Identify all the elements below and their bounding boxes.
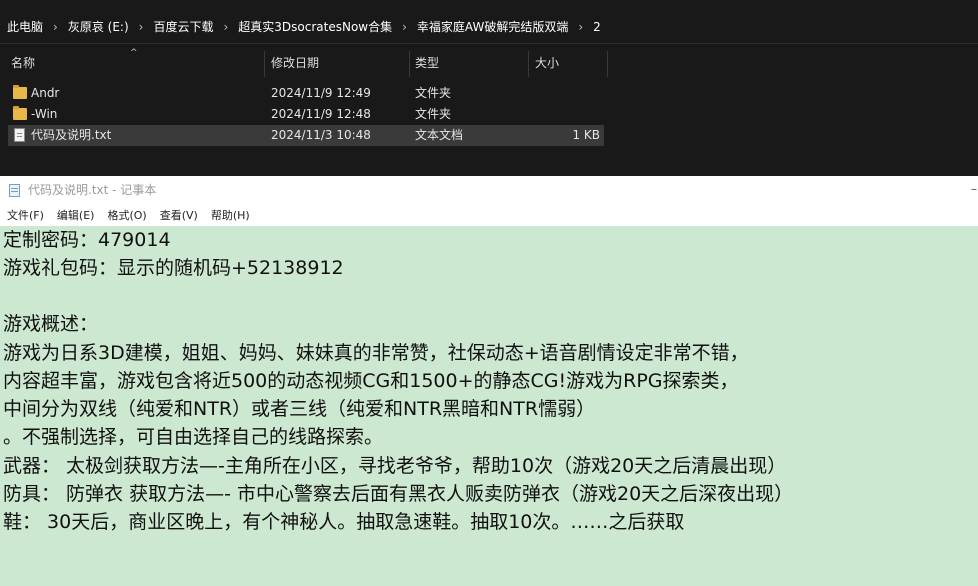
breadcrumb-chevron-icon[interactable]: › — [402, 20, 407, 34]
column-divider[interactable] — [607, 51, 608, 77]
file-row[interactable]: Andr 2024/11/9 12:49 文件夹 — [8, 83, 604, 104]
file-modified: 2024/11/9 12:49 — [271, 86, 371, 100]
breadcrumb[interactable]: 此电脑 › 灰原哀 (E:) › 百度云下载 › 超真实3DsocratesNo… — [0, 10, 978, 44]
sort-ascending-icon: ^ — [130, 48, 138, 58]
text-line: 中间分为双线（纯爱和NTR）或者三线（纯爱和NTR黑暗和NTR懦弱） — [3, 398, 596, 420]
file-type: 文件夹 — [415, 107, 452, 121]
breadcrumb-drive-e[interactable]: 灰原哀 (E:) — [68, 18, 129, 35]
file-row-selected[interactable]: 代码及说明.txt 2024/11/3 10:48 文本文档 1 KB — [8, 125, 604, 146]
column-divider[interactable] — [409, 51, 410, 77]
file-row[interactable]: -Win 2024/11/9 12:48 文件夹 — [8, 104, 604, 125]
text-line: 。不强制选择，可自由选择自己的线路探索。 — [3, 426, 384, 448]
text-line: 内容超丰富，游戏包含将近500的动态视频CG和1500+的静态CG!游戏为RPG… — [3, 370, 739, 392]
breadcrumb-current-folder[interactable]: 2 — [593, 20, 601, 34]
text-line: 武器： 太极剑获取方法—-主角所在小区，寻找老爷爷，帮助10次（游戏20天之后清… — [3, 455, 787, 477]
breadcrumb-this-pc[interactable]: 此电脑 — [7, 18, 43, 35]
breadcrumb-chevron-icon[interactable]: › — [223, 20, 228, 34]
breadcrumb-chevron-icon[interactable]: › — [53, 20, 58, 34]
text-line: 防具： 防弹衣 获取方法—- 市中心警察去后面有黑衣人贩卖防弹衣（游戏20天之后… — [3, 483, 794, 505]
column-header-row: 名称 修改日期 类型 大小 — [0, 47, 978, 77]
minimize-icon[interactable]: – — [971, 176, 977, 202]
file-name: -Win — [31, 107, 58, 121]
text-line: 鞋： 30天后，商业区晚上，有个神秘人。抽取急速鞋。抽取10次。……之后获取 — [3, 511, 685, 533]
column-divider[interactable] — [528, 51, 529, 77]
menu-file[interactable]: 文件(F) — [0, 205, 50, 226]
column-header-size[interactable]: 大小 — [532, 47, 606, 77]
file-modified: 2024/11/3 10:48 — [271, 128, 371, 142]
notepad-menubar: 文件(F) 编辑(E) 格式(O) 查看(V) 帮助(H) — [0, 205, 978, 226]
column-divider[interactable] — [264, 51, 265, 77]
menu-format[interactable]: 格式(O) — [100, 205, 152, 226]
menu-help[interactable]: 帮助(H) — [204, 205, 256, 226]
notepad-icon — [9, 184, 20, 197]
column-header-type[interactable]: 类型 — [412, 47, 526, 77]
notepad-titlebar[interactable]: 代码及说明.txt - 记事本 – — [0, 176, 978, 205]
breadcrumb-chevron-icon[interactable]: › — [578, 20, 583, 34]
breadcrumb-chevron-icon[interactable]: › — [139, 20, 144, 34]
file-type: 文件夹 — [415, 86, 452, 100]
breadcrumb-baidu-download[interactable]: 百度云下载 — [153, 18, 213, 35]
file-name: Andr — [31, 86, 60, 100]
text-line: 游戏概述： — [3, 313, 99, 335]
menu-edit[interactable]: 编辑(E) — [50, 205, 101, 226]
breadcrumb-game-folder[interactable]: 幸福家庭AW破解完结版双端 — [417, 18, 568, 35]
menu-view[interactable]: 查看(V) — [153, 205, 204, 226]
text-line: 定制密码：479014 — [3, 229, 171, 251]
text-line: 游戏为日系3D建模，姐姐、妈妈、妹妹真的非常赞，社保动态+语音剧情设定非常不错， — [3, 342, 749, 364]
notepad-text-area[interactable]: 定制密码：479014 游戏礼包码：显示的随机码+52138912 游戏概述： … — [0, 226, 978, 586]
notepad-title: 代码及说明.txt - 记事本 — [28, 183, 157, 197]
breadcrumb-collection[interactable]: 超真实3DsocratesNow合集 — [238, 18, 392, 35]
text-file-icon — [14, 128, 25, 142]
text-line: 游戏礼包码：显示的随机码+52138912 — [3, 257, 344, 279]
column-header-modified[interactable]: 修改日期 — [268, 47, 408, 77]
notepad-window: 代码及说明.txt - 记事本 – 文件(F) 编辑(E) 格式(O) 查看(V… — [0, 176, 978, 586]
folder-icon — [13, 106, 27, 120]
file-explorer-window: 此电脑 › 灰原哀 (E:) › 百度云下载 › 超真实3DsocratesNo… — [0, 0, 978, 176]
file-name: 代码及说明.txt — [31, 128, 112, 142]
file-modified: 2024/11/9 12:48 — [271, 107, 371, 121]
folder-icon — [13, 85, 27, 99]
file-size: 1 KB — [572, 128, 600, 142]
file-type: 文本文档 — [415, 128, 464, 142]
